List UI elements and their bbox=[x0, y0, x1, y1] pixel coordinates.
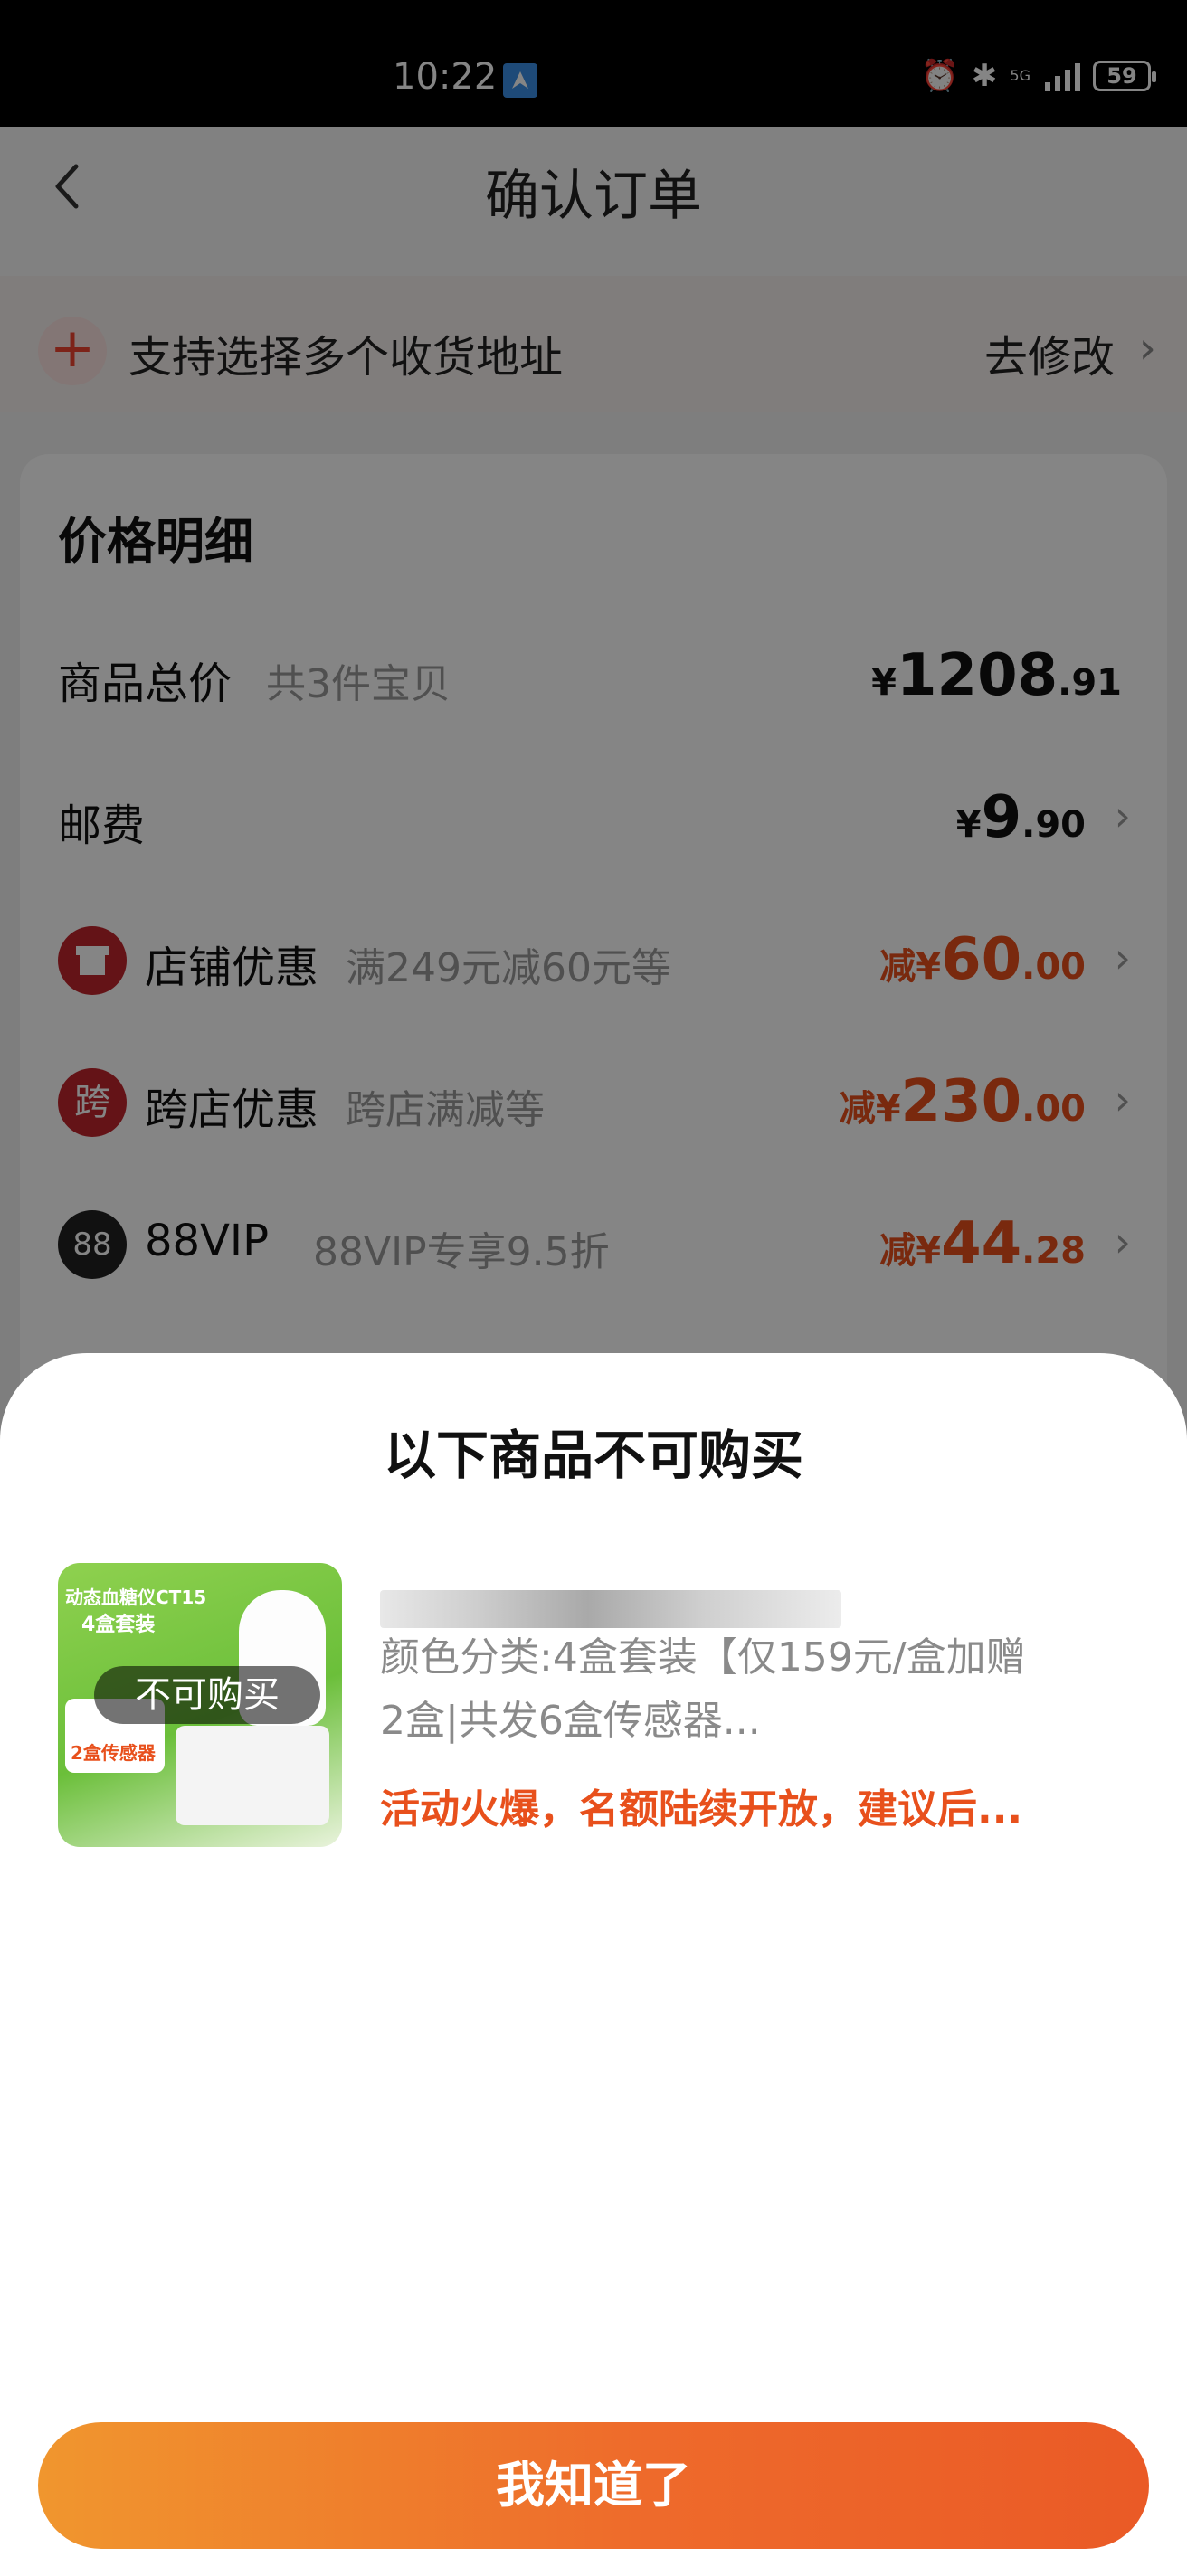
unavailable-items-sheet: 以下商品不可购买 动态血糖仪CT15 4盒套装 2盒传感器 不可购买 颜色分类:… bbox=[0, 1353, 1187, 2576]
product-name-redacted bbox=[380, 1590, 841, 1628]
box-image bbox=[176, 1726, 329, 1825]
thumb-title: 动态血糖仪CT15 bbox=[65, 1586, 207, 1608]
sheet-title: 以下商品不可购买 bbox=[383, 1425, 803, 1486]
unavailable-product: 动态血糖仪CT15 4盒套装 2盒传感器 不可购买 颜色分类:4盒套装【仅159… bbox=[58, 1563, 1144, 1852]
product-warning: 活动火爆，名额陆续开放，建议后... bbox=[380, 1786, 1023, 1833]
product-spec: 颜色分类:4盒套装【仅159元/盒加赠2盒|共发6盒传感器... bbox=[380, 1634, 1026, 1744]
product-thumbnail: 动态血糖仪CT15 4盒套装 2盒传感器 不可购买 bbox=[58, 1563, 342, 1847]
thumb-subtitle: 4盒套装 bbox=[81, 1614, 156, 1636]
got-it-button[interactable]: 我知道了 bbox=[38, 2422, 1149, 2549]
unavailable-pill: 不可购买 bbox=[94, 1666, 320, 1724]
